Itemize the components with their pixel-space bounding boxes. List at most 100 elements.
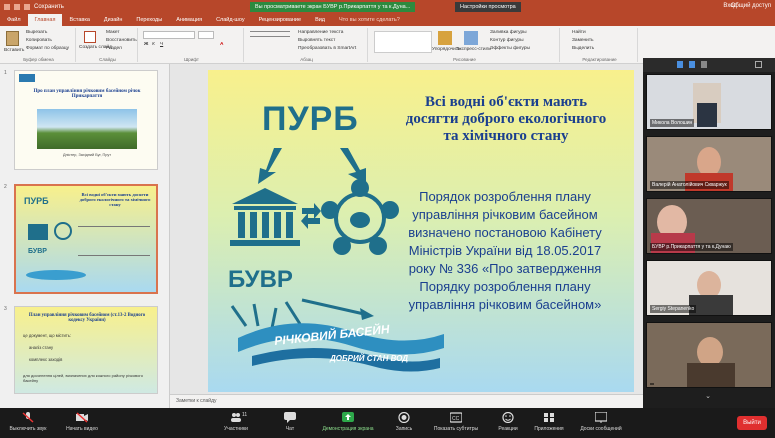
video-tile-2[interactable]: Валерій Анатолійович Скваржук xyxy=(646,136,772,192)
captions-icon: CC xyxy=(450,412,462,423)
leave-meeting-button[interactable]: Выйти xyxy=(737,416,767,430)
thumb-number-2: 2 xyxy=(4,184,7,190)
bold-button[interactable]: Ж xyxy=(144,42,148,47)
whiteboard-button[interactable]: Доски сообщений xyxy=(574,412,628,432)
undo-icon[interactable] xyxy=(14,4,20,10)
screen-share-banner: Вы просматриваете экран БУВР р.Прикарпат… xyxy=(250,2,416,12)
body-line-1: Порядок розроблення плану xyxy=(419,189,591,204)
participant-name: Sergiy Stepanenko xyxy=(650,305,697,313)
font-color-button[interactable]: A xyxy=(220,42,223,47)
agency-logo xyxy=(19,74,35,82)
current-slide[interactable]: ПУРБ БУВР РІЧКОВИЙ БАСЕЙН ДОБРИЙ СТАН ВО… xyxy=(208,70,634,392)
paste-button[interactable]: Вставить xyxy=(4,48,24,53)
font-group: Ж К Ч A Шрифт xyxy=(140,28,244,62)
slide-notes[interactable]: Заметки к слайду xyxy=(170,394,643,408)
underline-button[interactable]: Ч xyxy=(160,42,163,47)
tab-view[interactable]: Вид xyxy=(308,17,332,23)
thumb-3-line-1: це документ, що містить: xyxy=(23,333,72,338)
video-tile-5[interactable] xyxy=(646,322,772,388)
chat-button[interactable]: Чат xyxy=(276,412,304,432)
reactions-icon xyxy=(502,412,514,423)
view-options-dropdown[interactable]: Настройки просмотра xyxy=(455,2,521,12)
clipboard-group: Вставить Вырезать Копировать Формат по о… xyxy=(2,28,76,62)
slide-body: Порядок розроблення плану управління річ… xyxy=(380,188,630,314)
italic-button[interactable]: К xyxy=(152,42,155,47)
apps-icon xyxy=(544,413,554,422)
tab-transitions[interactable]: Переходы xyxy=(129,17,169,23)
font-name-select[interactable] xyxy=(143,31,195,39)
editing-label: Редактирование xyxy=(582,57,617,62)
slide-thumbnail-2[interactable]: ПУРБ Всі водні об'єкти мають досягти доб… xyxy=(14,184,158,294)
participant-name xyxy=(650,383,654,385)
tab-home[interactable]: Главная xyxy=(27,14,63,26)
redo-icon[interactable] xyxy=(24,4,30,10)
tab-animation[interactable]: Анимация xyxy=(169,17,209,23)
cut-button[interactable]: Вырезать xyxy=(26,30,47,35)
tab-file[interactable]: Файл xyxy=(0,17,28,23)
shape-outline-button[interactable]: Контур фигуры xyxy=(490,38,524,43)
editing-group: Найти Заменить Выделить Редактирование xyxy=(562,28,638,62)
layout-icon[interactable] xyxy=(701,61,707,68)
apps-label: Приложения xyxy=(534,426,564,432)
gallery-scroll-down-icon[interactable]: ⌄ xyxy=(701,392,715,400)
tab-review[interactable]: Рецензирование xyxy=(252,17,308,23)
font-size-select[interactable] xyxy=(198,31,214,39)
copy-button[interactable]: Копировать xyxy=(26,38,52,43)
buvr-label: БУВР xyxy=(228,266,293,293)
section-button[interactable]: Раздел xyxy=(106,46,122,51)
tab-slideshow[interactable]: Слайд-шоу xyxy=(209,17,252,23)
slide-thumbnail-1[interactable]: Про план управління річковим басейном рі… xyxy=(14,70,158,170)
speaker-view-icon[interactable] xyxy=(689,61,695,68)
video-tile-3[interactable]: БУВР р.Прикарпаття у та к.Дунаю xyxy=(646,198,772,254)
share-screen-button[interactable]: Демонстрация экрана xyxy=(316,412,380,432)
quick-styles-button[interactable]: Экспресс-стили xyxy=(456,47,491,52)
shape-effects-button[interactable]: Эффекты фигуры xyxy=(490,46,530,51)
tell-me-search[interactable]: Что вы хотите сделать? xyxy=(332,17,407,23)
text-direction-button[interactable]: Направление текста xyxy=(298,30,343,35)
slide-thumbnail-3[interactable]: План управління річковим басейном (ст.13… xyxy=(14,306,158,394)
layout-button[interactable]: Макет xyxy=(106,30,120,35)
participant-clothes xyxy=(687,363,735,387)
smartart-button[interactable]: Преобразовать в SmartArt xyxy=(298,46,356,51)
video-tile-1[interactable]: Микола Волошин xyxy=(646,74,772,130)
thumb-building-icon xyxy=(28,224,48,240)
video-off-icon xyxy=(76,412,88,423)
shape-fill-button[interactable]: Заливка фигуры xyxy=(490,30,527,35)
captions-button[interactable]: CC Показать субтитры xyxy=(426,412,486,432)
reactions-button[interactable]: Реакции xyxy=(490,412,526,432)
share-button[interactable]: Общий доступ xyxy=(731,3,771,9)
thumb-body-lines xyxy=(78,226,150,256)
clipboard-label: Буфер обмена xyxy=(23,57,54,62)
participants-count: 11 xyxy=(242,412,248,418)
replace-button[interactable]: Заменить xyxy=(572,38,594,43)
tab-design[interactable]: Дизайн xyxy=(97,17,130,23)
apps-button[interactable]: Приложения xyxy=(528,412,570,432)
thumb-number-1: 1 xyxy=(4,70,7,76)
autosave-icon[interactable] xyxy=(4,4,10,10)
select-button[interactable]: Выделить xyxy=(572,46,594,51)
new-slide-icon[interactable] xyxy=(84,31,96,43)
paste-icon[interactable] xyxy=(6,31,19,46)
participants-button[interactable]: Участники 11 xyxy=(214,412,258,432)
start-video-button[interactable]: Начать видео xyxy=(60,412,104,432)
maximize-icon[interactable] xyxy=(755,61,762,68)
mute-button[interactable]: Выключить звук xyxy=(6,412,50,432)
slide-title-line-1: Всі водні об'єкти мають xyxy=(424,94,588,110)
reset-button[interactable]: Восстановить xyxy=(106,38,137,43)
bullets-icon[interactable] xyxy=(250,31,290,37)
thumb-2-title: Всі водні об'єкти мають досягти доброго … xyxy=(79,192,151,207)
record-button[interactable]: Запись xyxy=(388,412,420,432)
share-screen-icon xyxy=(342,412,354,422)
video-tile-4[interactable]: Sergiy Stepanenko xyxy=(646,260,772,316)
slide-thumbnails-pane[interactable]: 1 Про план управління річковим басейном … xyxy=(0,64,170,408)
format-painter-button[interactable]: Формат по образцу xyxy=(26,46,69,51)
shapes-gallery[interactable] xyxy=(374,31,432,53)
thumb-logo-wave xyxy=(26,270,86,280)
slide-title-line-3: та хімічного стану xyxy=(443,128,569,144)
arrange-icon[interactable] xyxy=(438,31,452,45)
gallery-view-icon[interactable] xyxy=(677,61,683,68)
find-button[interactable]: Найти xyxy=(572,30,586,35)
quick-styles-icon[interactable] xyxy=(464,31,478,45)
align-text-button[interactable]: Выровнять текст xyxy=(298,38,335,43)
tab-insert[interactable]: Вставка xyxy=(62,17,96,23)
